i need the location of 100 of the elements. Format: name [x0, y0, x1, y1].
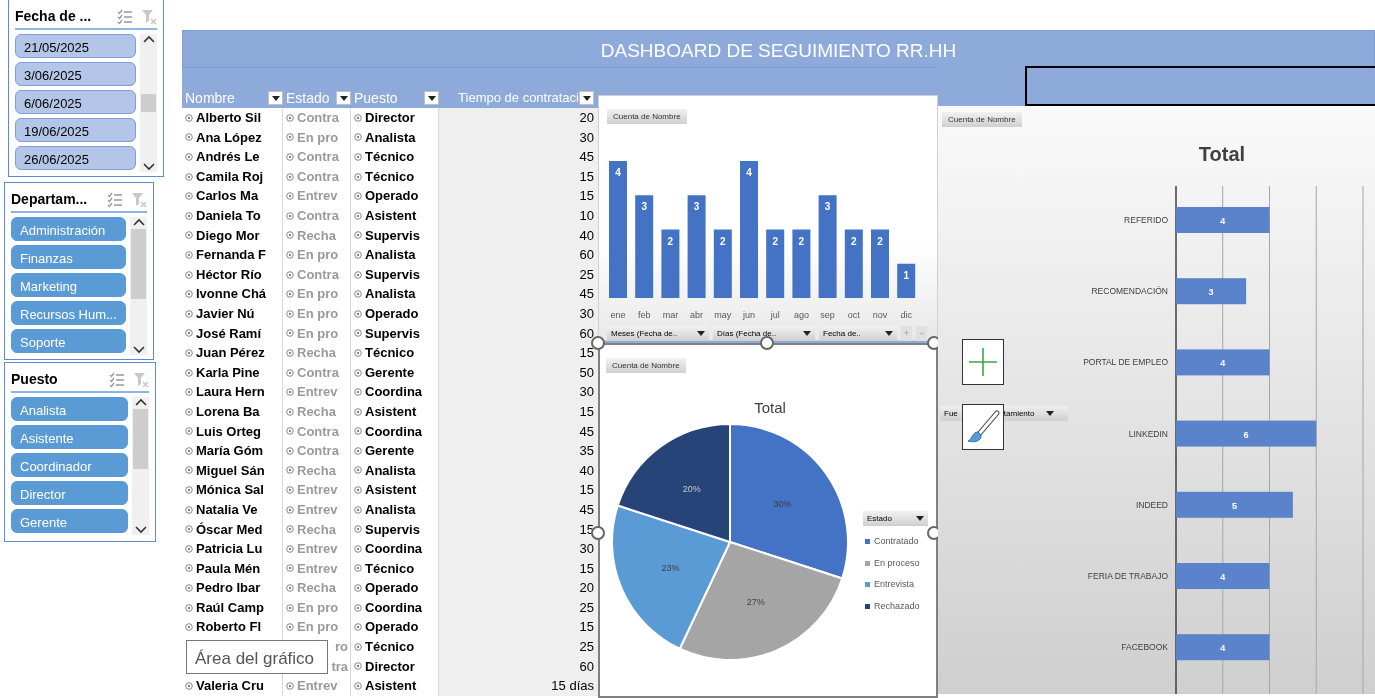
chart-elements-button[interactable] [962, 339, 1004, 385]
expand-icon[interactable] [354, 642, 362, 651]
field-button[interactable]: Cuenta de Nombre [942, 112, 1022, 127]
expand-icon[interactable] [286, 329, 294, 338]
expand-icon[interactable] [286, 623, 294, 632]
expand-icon[interactable] [185, 564, 193, 573]
expand-icon[interactable] [354, 603, 362, 612]
expand-icon[interactable] [185, 153, 193, 161]
expand-icon[interactable] [354, 486, 362, 495]
expand-icon[interactable] [185, 192, 193, 201]
expand-icon[interactable] [185, 113, 193, 122]
filter-dropdown-button[interactable] [268, 91, 283, 105]
expand-icon[interactable] [185, 172, 193, 181]
expand-icon[interactable] [354, 329, 362, 338]
expand-icon[interactable] [286, 525, 294, 534]
expand-icon[interactable] [354, 427, 362, 436]
filter-dropdown-button[interactable] [579, 91, 594, 105]
expand-icon[interactable] [185, 290, 193, 299]
expand-icon[interactable] [185, 231, 193, 240]
expand-icon[interactable] [185, 525, 193, 534]
expand-icon[interactable] [286, 584, 294, 593]
expand-icon[interactable] [185, 133, 193, 142]
scrollbar-thumb[interactable] [131, 229, 146, 299]
axis-field-button[interactable]: Días (Fecha de.. [713, 326, 815, 341]
scrollbar-thumb[interactable] [133, 409, 148, 469]
expand-icon[interactable] [286, 133, 294, 142]
expand-icon[interactable] [354, 309, 362, 318]
expand-icon[interactable] [286, 153, 294, 161]
expand-icon[interactable] [185, 309, 193, 318]
expand-icon[interactable] [354, 231, 362, 240]
expand-icon[interactable] [354, 544, 362, 553]
expand-icon[interactable] [354, 270, 362, 279]
expand-icon[interactable] [185, 446, 193, 455]
expand-icon[interactable] [354, 113, 362, 122]
expand-icon[interactable] [354, 584, 362, 593]
expand-icon[interactable] [286, 368, 294, 377]
expand-icon[interactable] [354, 505, 362, 514]
expand-icon[interactable] [286, 309, 294, 318]
expand-icon[interactable] [185, 348, 193, 357]
expand-icon[interactable] [354, 290, 362, 299]
expand-icon[interactable] [286, 113, 294, 122]
expand-icon[interactable] [185, 544, 193, 553]
expand-icon[interactable] [286, 603, 294, 612]
expand-icon[interactable] [286, 192, 294, 201]
expand-icon[interactable] [185, 329, 193, 338]
expand-icon[interactable] [286, 427, 294, 436]
expand-icon[interactable] [185, 407, 193, 416]
expand-icon[interactable] [354, 682, 362, 690]
expand-icon[interactable] [354, 564, 362, 573]
expand-icon[interactable] [354, 133, 362, 142]
axis-field-button[interactable]: Meses (Fecha de.. [607, 326, 709, 341]
expand-icon[interactable] [185, 603, 193, 612]
expand-icon[interactable] [185, 368, 193, 377]
expand-icon[interactable] [286, 682, 294, 690]
resize-handle[interactable] [591, 526, 605, 540]
resize-handle[interactable] [591, 336, 605, 350]
expand-icon[interactable] [286, 446, 294, 455]
expand-icon[interactable] [286, 407, 294, 416]
slicer-item[interactable]: 21/05/2025 [15, 34, 136, 58]
expand-icon[interactable] [185, 250, 193, 259]
expand-icon[interactable] [185, 584, 193, 593]
expand-icon[interactable] [354, 662, 362, 671]
expand-icon[interactable] [185, 388, 193, 397]
slicer-item[interactable]: 6/06/2025 [15, 90, 136, 114]
expand-icon[interactable] [286, 211, 294, 220]
expand-icon[interactable] [286, 250, 294, 259]
scrollbar[interactable] [132, 397, 149, 535]
expand-icon[interactable] [354, 623, 362, 632]
scrollbar[interactable] [130, 217, 147, 355]
slicer-item[interactable]: 19/06/2025 [15, 118, 136, 142]
filter-dropdown-button[interactable] [336, 91, 351, 105]
expand-icon[interactable] [354, 250, 362, 259]
expand-icon[interactable] [185, 682, 193, 690]
slicer-item[interactable]: 26/06/2025 [15, 146, 136, 170]
expand-icon[interactable] [286, 290, 294, 299]
expand-icon[interactable] [286, 270, 294, 279]
expand-icon[interactable] [286, 564, 294, 573]
expand-icon[interactable] [185, 270, 193, 279]
expand-icon[interactable] [354, 153, 362, 161]
expand-icon[interactable] [286, 348, 294, 357]
legend-field-button[interactable]: Estado [863, 511, 928, 526]
expand-icon[interactable] [286, 505, 294, 514]
expand-icon[interactable] [354, 211, 362, 220]
expand-icon[interactable] [286, 466, 294, 475]
expand-icon[interactable] [354, 348, 362, 357]
expand-icon[interactable] [354, 446, 362, 455]
expand-icon[interactable] [286, 486, 294, 495]
expand-icon[interactable] [354, 192, 362, 201]
scrollbar-thumb[interactable] [141, 94, 156, 112]
expand-icon[interactable] [354, 388, 362, 397]
filter-dropdown-button[interactable] [424, 91, 439, 105]
slicer-item[interactable]: 3/06/2025 [15, 62, 136, 86]
expand-icon[interactable] [354, 172, 362, 181]
expand-icon[interactable] [286, 231, 294, 240]
expand-icon[interactable] [185, 211, 193, 220]
expand-icon[interactable] [354, 368, 362, 377]
expand-icon[interactable] [286, 172, 294, 181]
field-button[interactable]: Cuenta de Nombre [607, 109, 687, 124]
scrollbar[interactable] [140, 34, 157, 172]
expand-icon[interactable] [185, 466, 193, 475]
